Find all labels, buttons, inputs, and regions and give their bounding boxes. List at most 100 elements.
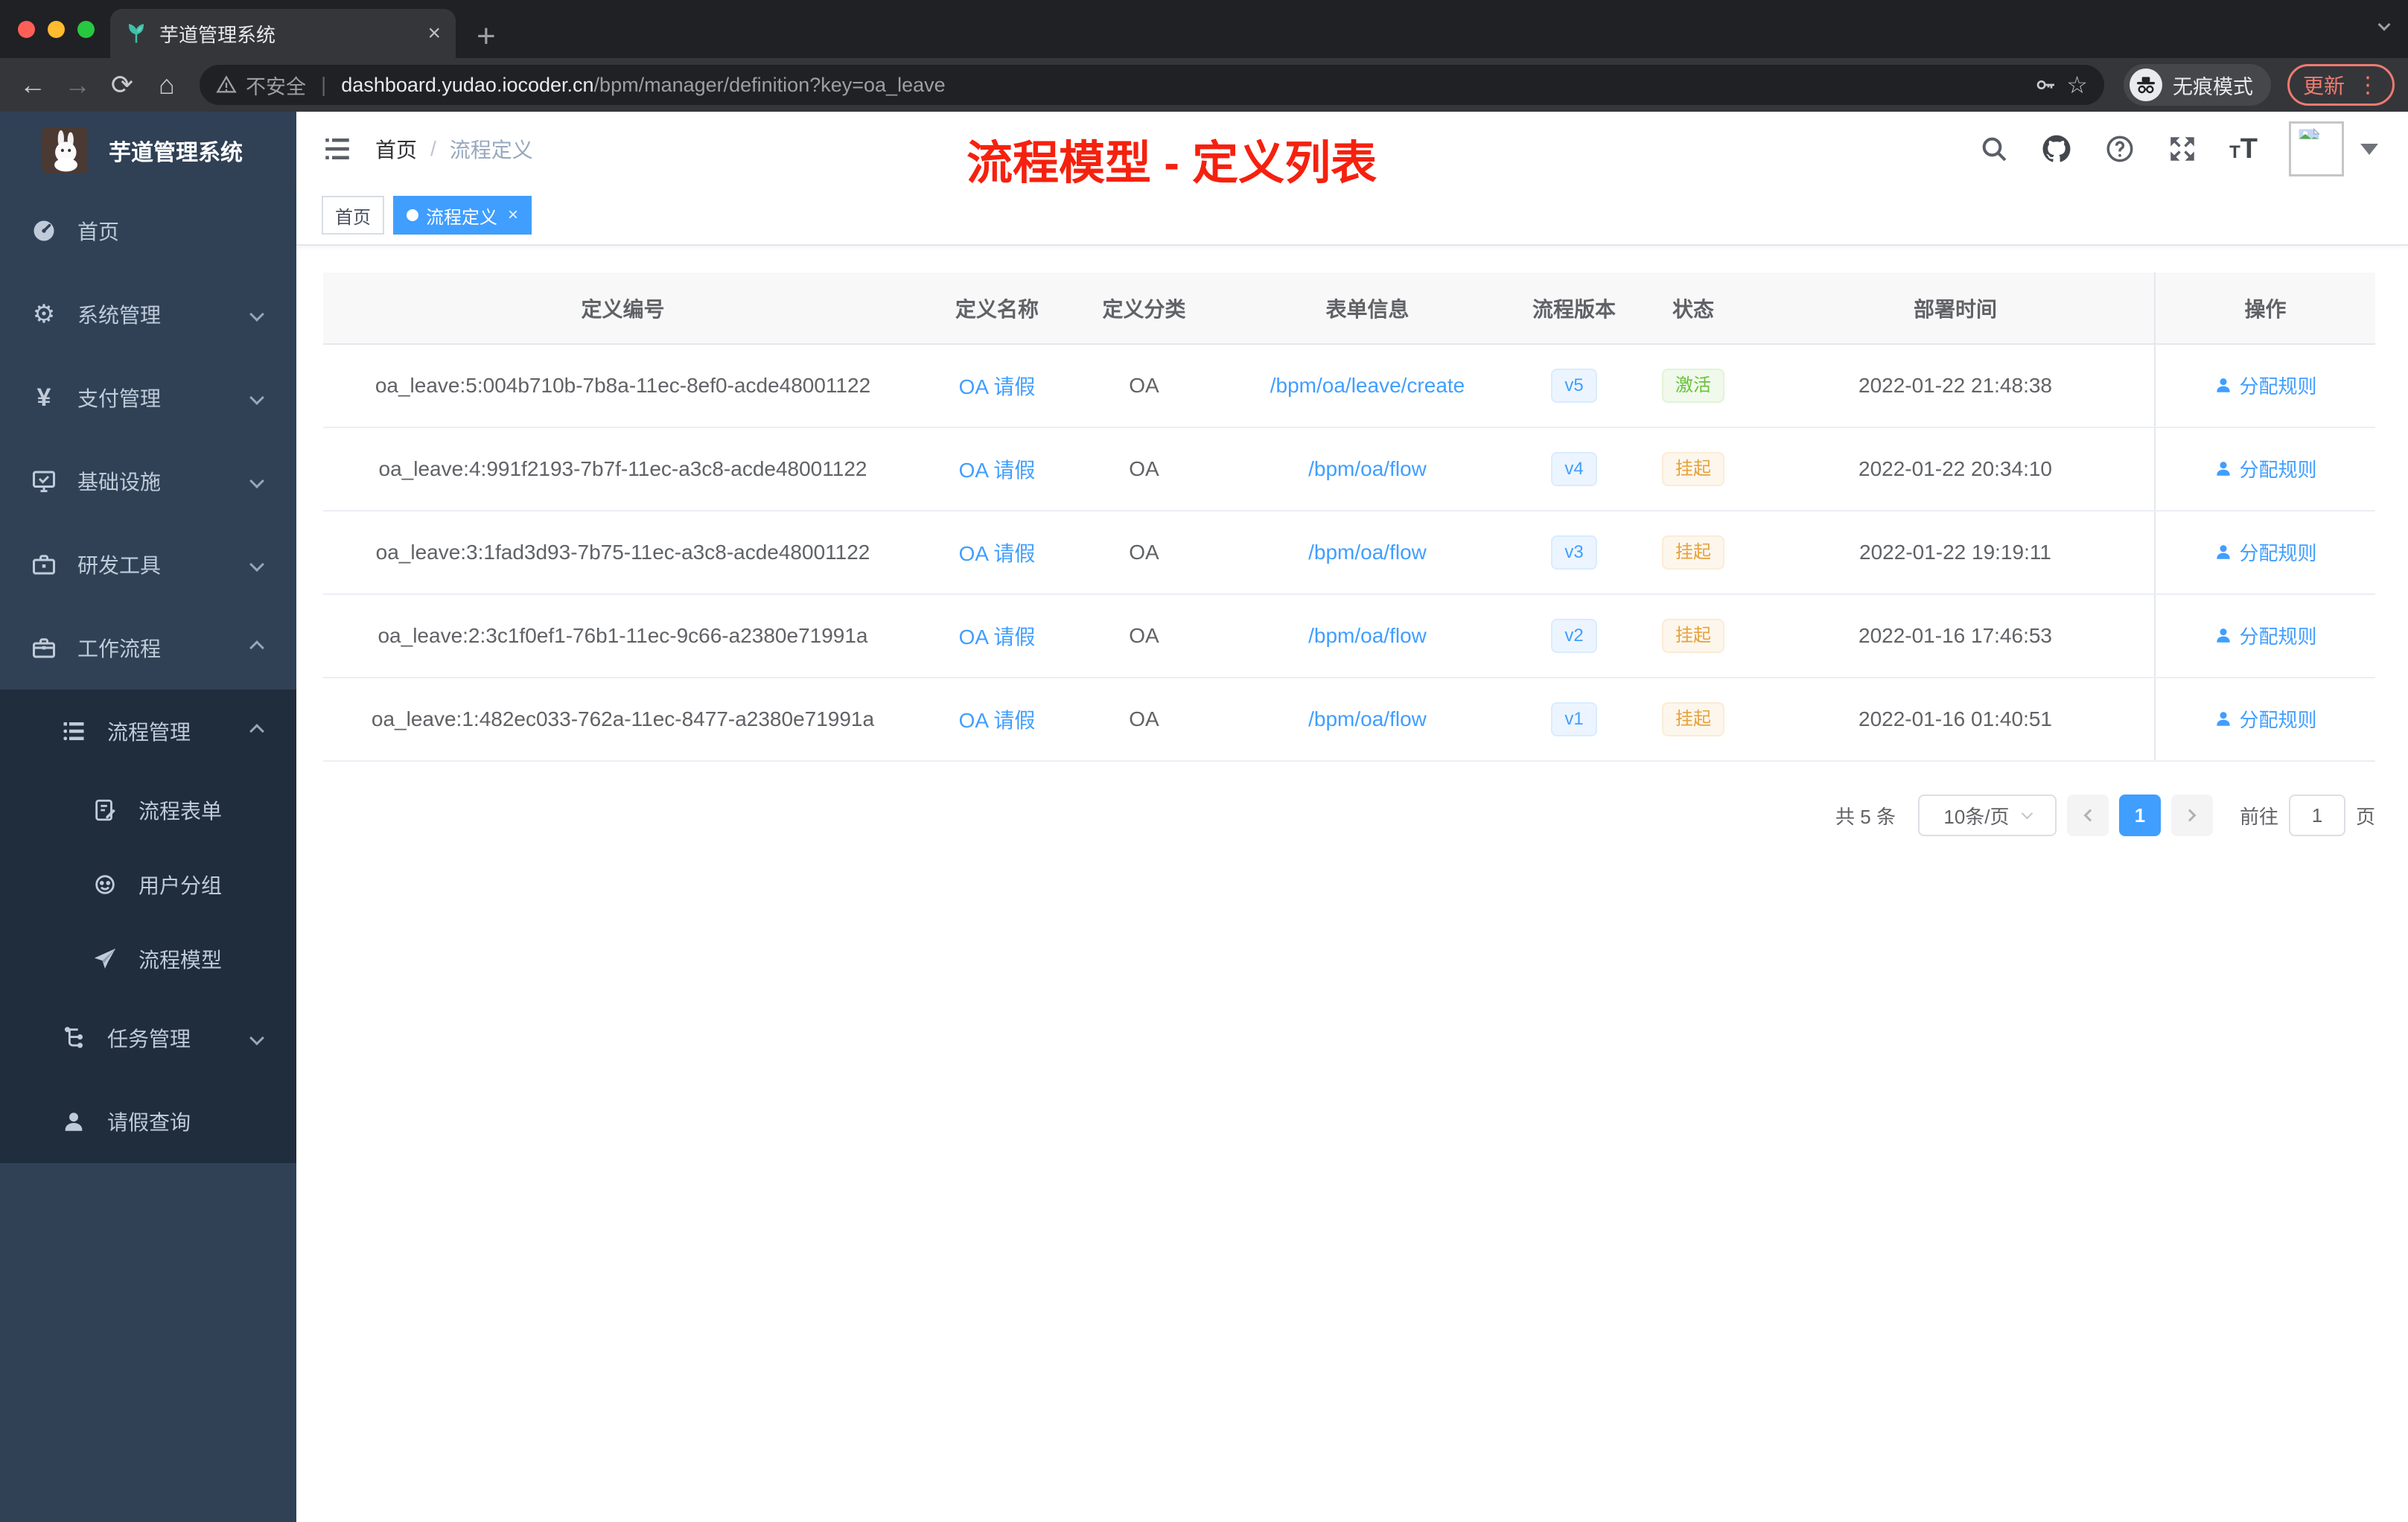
assign-rule-link[interactable]: 分配规则 <box>2214 622 2317 649</box>
assign-user-icon <box>2217 462 2231 476</box>
tag-process-definition[interactable]: 流程定义 × <box>393 196 532 235</box>
column-header: 定义名称 <box>923 273 1071 345</box>
window-controls <box>18 21 95 38</box>
browser-update-button[interactable]: 更新 ⋮ <box>2287 64 2395 106</box>
deploy-time: 2022-01-22 19:19:11 <box>1859 541 2051 564</box>
toolbox-icon <box>30 550 58 579</box>
forward-icon[interactable]: → <box>58 69 97 101</box>
person-icon <box>60 1107 88 1136</box>
definition-name-link[interactable]: OA 请假 <box>959 375 1036 398</box>
table-row: oa_leave:5:004b710b-7b8a-11ec-8ef0-acde4… <box>323 344 2375 428</box>
reload-icon[interactable]: ⟳ <box>103 69 141 101</box>
version-badge: v1 <box>1551 702 1597 736</box>
goto-page-input[interactable] <box>2288 795 2345 836</box>
yen-icon: ¥ <box>36 383 51 412</box>
definition-name-link[interactable]: OA 请假 <box>959 625 1036 649</box>
window-zoom-button[interactable] <box>77 21 95 38</box>
password-key-icon[interactable] <box>2033 73 2057 97</box>
status-badge: 挂起 <box>1662 619 1724 653</box>
next-page-button[interactable] <box>2170 795 2213 836</box>
definition-category: OA <box>1129 541 1159 564</box>
sidebar-item-process-model[interactable]: 流程模型 <box>0 922 296 996</box>
browser-tab-bar: 芋道管理系统 × + <box>0 0 2408 58</box>
update-label: 更新 <box>2302 74 2345 98</box>
security-label[interactable]: 不安全 <box>246 71 306 100</box>
dashboard-icon <box>30 217 58 245</box>
new-tab-button[interactable]: + <box>477 15 496 58</box>
sidebar-item-process-form[interactable]: 流程表单 <box>0 773 296 847</box>
window-close-button[interactable] <box>18 21 35 38</box>
sidebar-item-infrastructure[interactable]: 基础设施 <box>0 439 296 523</box>
search-icon[interactable] <box>1979 134 2009 164</box>
sidebar-item-task-management[interactable]: 任务管理 <box>0 996 296 1080</box>
page-size-select[interactable]: 10条/页 <box>1917 795 2057 836</box>
assign-rule-link[interactable]: 分配规则 <box>2214 705 2317 733</box>
assign-rule-link[interactable]: 分配规则 <box>2214 538 2317 566</box>
breadcrumb-home[interactable]: 首页 <box>375 134 417 164</box>
form-info-link[interactable]: /bpm/oa/flow <box>1308 541 1427 564</box>
tab-search-icon[interactable] <box>2377 18 2391 33</box>
address-bar[interactable]: 不安全 | dashboard.yudao.iocoder.cn/bpm/man… <box>200 65 2104 105</box>
tag-close-icon[interactable]: × <box>508 205 518 226</box>
incognito-badge: 无痕模式 <box>2123 64 2271 106</box>
tag-home[interactable]: 首页 <box>322 196 384 235</box>
form-info-link[interactable]: /bpm/oa/leave/create <box>1270 374 1465 397</box>
sidebar: 芋道管理系统 首页 ⚙ 系统管理 ¥ 支付管理 基础设施 研发工具 工作流程 流… <box>0 112 296 1522</box>
version-badge: v5 <box>1551 369 1597 403</box>
table-row: oa_leave:4:991f2193-7b7f-11ec-a3c8-acde4… <box>323 427 2375 512</box>
sidebar-item-process-management[interactable]: 流程管理 <box>0 690 296 773</box>
sidebar-item-system[interactable]: ⚙ 系统管理 <box>0 273 296 356</box>
definition-name-link[interactable]: OA 请假 <box>959 542 1036 565</box>
current-page-button[interactable]: 1 <box>2118 795 2161 836</box>
table-header-row: 定义编号 定义名称 定义分类 表单信息 流程版本 状态 部署时间 操作 <box>323 273 2375 345</box>
hamburger-icon[interactable] <box>322 133 353 165</box>
sidebar-item-devtools[interactable]: 研发工具 <box>0 523 296 606</box>
github-icon[interactable] <box>2040 133 2073 165</box>
column-header: 流程版本 <box>1518 273 1630 345</box>
column-header: 表单信息 <box>1217 273 1518 345</box>
chevron-down-icon <box>249 1031 264 1045</box>
browser-menu-icon[interactable]: ⋮ <box>2357 72 2379 98</box>
tree-icon <box>60 1024 88 1052</box>
column-header: 定义分类 <box>1071 273 1217 345</box>
definition-id: oa_leave:5:004b710b-7b8a-11ec-8ef0-acde4… <box>375 374 871 397</box>
form-info-link[interactable]: /bpm/oa/flow <box>1308 457 1427 480</box>
version-badge: v2 <box>1551 619 1597 653</box>
user-avatar-menu[interactable] <box>2289 121 2378 176</box>
sidebar-item-home[interactable]: 首页 <box>0 189 296 273</box>
definition-name-link[interactable]: OA 请假 <box>959 709 1036 732</box>
help-icon[interactable] <box>2104 133 2135 165</box>
sidebar-item-payment[interactable]: ¥ 支付管理 <box>0 356 296 439</box>
form-info-link[interactable]: /bpm/oa/flow <box>1308 624 1427 647</box>
page-unit-label: 页 <box>2355 805 2375 828</box>
chevron-up-icon <box>249 724 264 739</box>
total-count: 共 5 条 <box>1835 805 1896 828</box>
version-badge: v3 <box>1551 535 1597 570</box>
url-text[interactable]: dashboard.yudao.iocoder.cn/bpm/manager/d… <box>341 74 945 97</box>
window-minimize-button[interactable] <box>48 21 65 38</box>
bookmark-star-icon[interactable]: ☆ <box>2066 71 2088 99</box>
chevron-down-icon <box>249 557 264 572</box>
tab-close-icon[interactable]: × <box>427 22 441 45</box>
assign-rule-link[interactable]: 分配规则 <box>2214 372 2317 399</box>
font-size-icon[interactable]: TT <box>2229 133 2258 165</box>
sidebar-item-workflow[interactable]: 工作流程 <box>0 606 296 690</box>
definition-name-link[interactable]: OA 请假 <box>959 459 1036 482</box>
fullscreen-icon[interactable] <box>2167 133 2198 165</box>
sidebar-item-leave-query[interactable]: 请假查询 <box>0 1080 296 1163</box>
browser-tab[interactable]: 芋道管理系统 × <box>110 9 456 58</box>
definition-table: 定义编号 定义名称 定义分类 表单信息 流程版本 状态 部署时间 操作 oa_leave:5:… <box>323 273 2375 762</box>
prev-page-button[interactable] <box>2066 795 2109 836</box>
assign-rule-link[interactable]: 分配规则 <box>2214 455 2317 483</box>
sidebar-item-user-group[interactable]: 用户分组 <box>0 847 296 922</box>
deploy-time: 2022-01-16 17:46:53 <box>1858 624 2052 647</box>
deploy-time: 2022-01-22 20:34:10 <box>1858 457 2052 480</box>
incognito-icon <box>2129 69 2162 101</box>
form-info-link[interactable]: /bpm/oa/flow <box>1308 707 1427 730</box>
assign-user-icon <box>2217 545 2231 559</box>
definition-id: oa_leave:1:482ec033-762a-11ec-8477-a2380… <box>371 707 875 730</box>
home-icon[interactable]: ⌂ <box>147 69 186 101</box>
top-navbar: 首页 / 流程定义 流程模型 - 定义列表 TT <box>296 112 2408 189</box>
back-icon[interactable]: ← <box>13 69 52 101</box>
table-row: oa_leave:2:3c1f0ef1-76b1-11ec-9c66-a2380… <box>323 594 2375 678</box>
